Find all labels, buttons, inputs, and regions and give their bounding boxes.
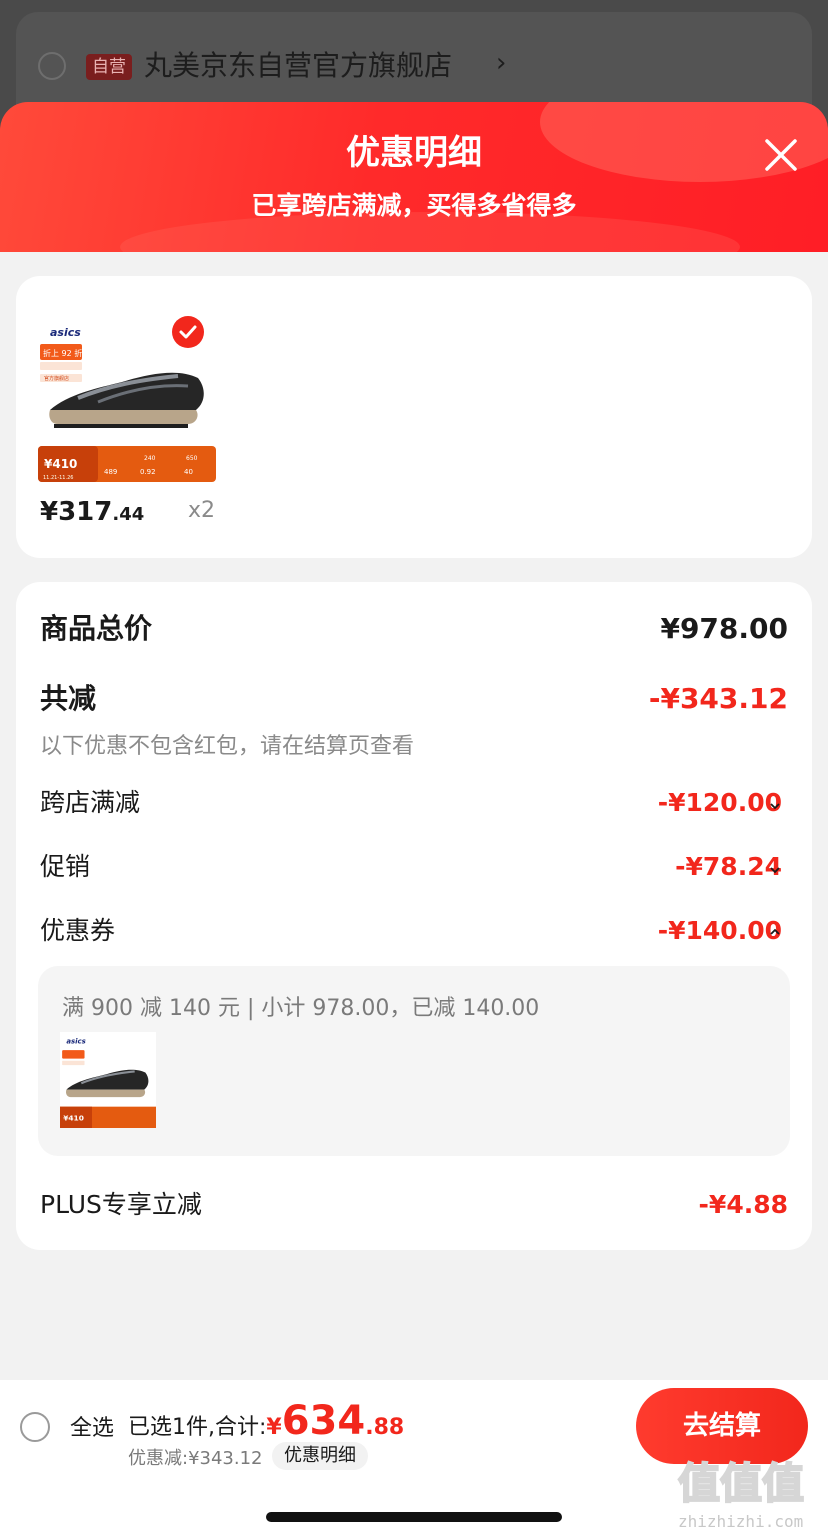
total-currency: ¥ [266,1415,282,1440]
promotion-label[interactable]: 促销 [40,850,90,884]
svg-text:asics: asics [66,1038,85,1046]
selected-total: 已选1件,合计:¥634.88 [128,1401,405,1445]
svg-text:¥410: ¥410 [63,1114,84,1123]
svg-text:0.92: 0.92 [140,468,156,476]
plus-discount-value: -¥4.88 [698,1190,788,1219]
svg-text:489: 489 [104,468,117,476]
cross-store-discount-value[interactable]: -¥120.00 [658,786,782,820]
coupon-detail-text: 满 900 减 140 元 | 小计 978.00，已减 140.00 [62,996,540,1021]
chevron-right-icon: › [496,48,507,78]
coupon-label[interactable]: 优惠券 [40,914,115,948]
store-select-radio[interactable] [38,52,66,80]
chevron-up-icon[interactable] [768,924,782,938]
coupon-product-image[interactable]: asics ¥410 [60,1032,156,1128]
svg-text:官方旗舰店: 官方旗舰店 [44,375,69,382]
self-operated-tag: 自营 [86,54,132,80]
coupon-value[interactable]: -¥140.00 [658,914,782,948]
chevron-down-icon[interactable] [768,862,782,876]
watermark-text: zhizhizhi.com [678,1512,804,1531]
selected-prefix: 已选1件,合计: [128,1415,267,1440]
selected-check-icon[interactable] [172,316,204,348]
sheet-title: 优惠明细 [346,133,482,173]
price-integer: ¥317 [40,497,113,527]
total-reduce-value: -¥343.12 [648,682,788,715]
plus-discount-label: PLUS专享立减 [40,1190,202,1219]
close-icon[interactable] [760,134,802,176]
discount-summary: 优惠减:¥343.12 [128,1448,263,1469]
sheet-subtitle: 已享跨店满减，买得多省得多 [251,191,577,220]
sheet-header: 优惠明细 已享跨店满减，买得多省得多 [0,102,828,252]
home-indicator[interactable] [266,1512,562,1522]
discount-note: 以下优惠不包含红包，请在结算页查看 [40,734,415,759]
total-price-value: ¥978.00 [660,612,788,645]
promotion-value[interactable]: -¥78.24 [675,850,782,884]
total-integer: 634 [281,1398,366,1444]
svg-text:¥410: ¥410 [44,457,77,471]
svg-text:240: 240 [144,455,156,462]
store-name[interactable]: 丸美京东自营官方旗舰店 [144,46,452,86]
svg-text:值值值: 值值值 [678,1459,804,1508]
price-decimal: .44 [112,504,145,525]
product-quantity: x2 [188,498,216,523]
product-price: ¥317.44 [40,496,144,531]
discount-detail-button[interactable]: 优惠明细 [272,1442,368,1470]
total-decimal: .88 [365,1415,405,1440]
total-reduce-label: 共减 [40,682,97,715]
svg-text:650: 650 [186,455,198,462]
brand-logo: asics [50,326,81,339]
chevron-down-icon[interactable] [768,798,782,812]
svg-text:40: 40 [184,468,193,476]
select-all-radio[interactable] [20,1412,50,1442]
select-all-label[interactable]: 全选 [70,1410,114,1442]
cross-store-discount-label[interactable]: 跨店满减 [40,786,140,820]
total-price-label: 商品总价 [40,612,153,645]
svg-text:11.21-11.26: 11.21-11.26 [43,475,73,481]
svg-text:折上 92 折: 折上 92 折 [43,348,82,358]
